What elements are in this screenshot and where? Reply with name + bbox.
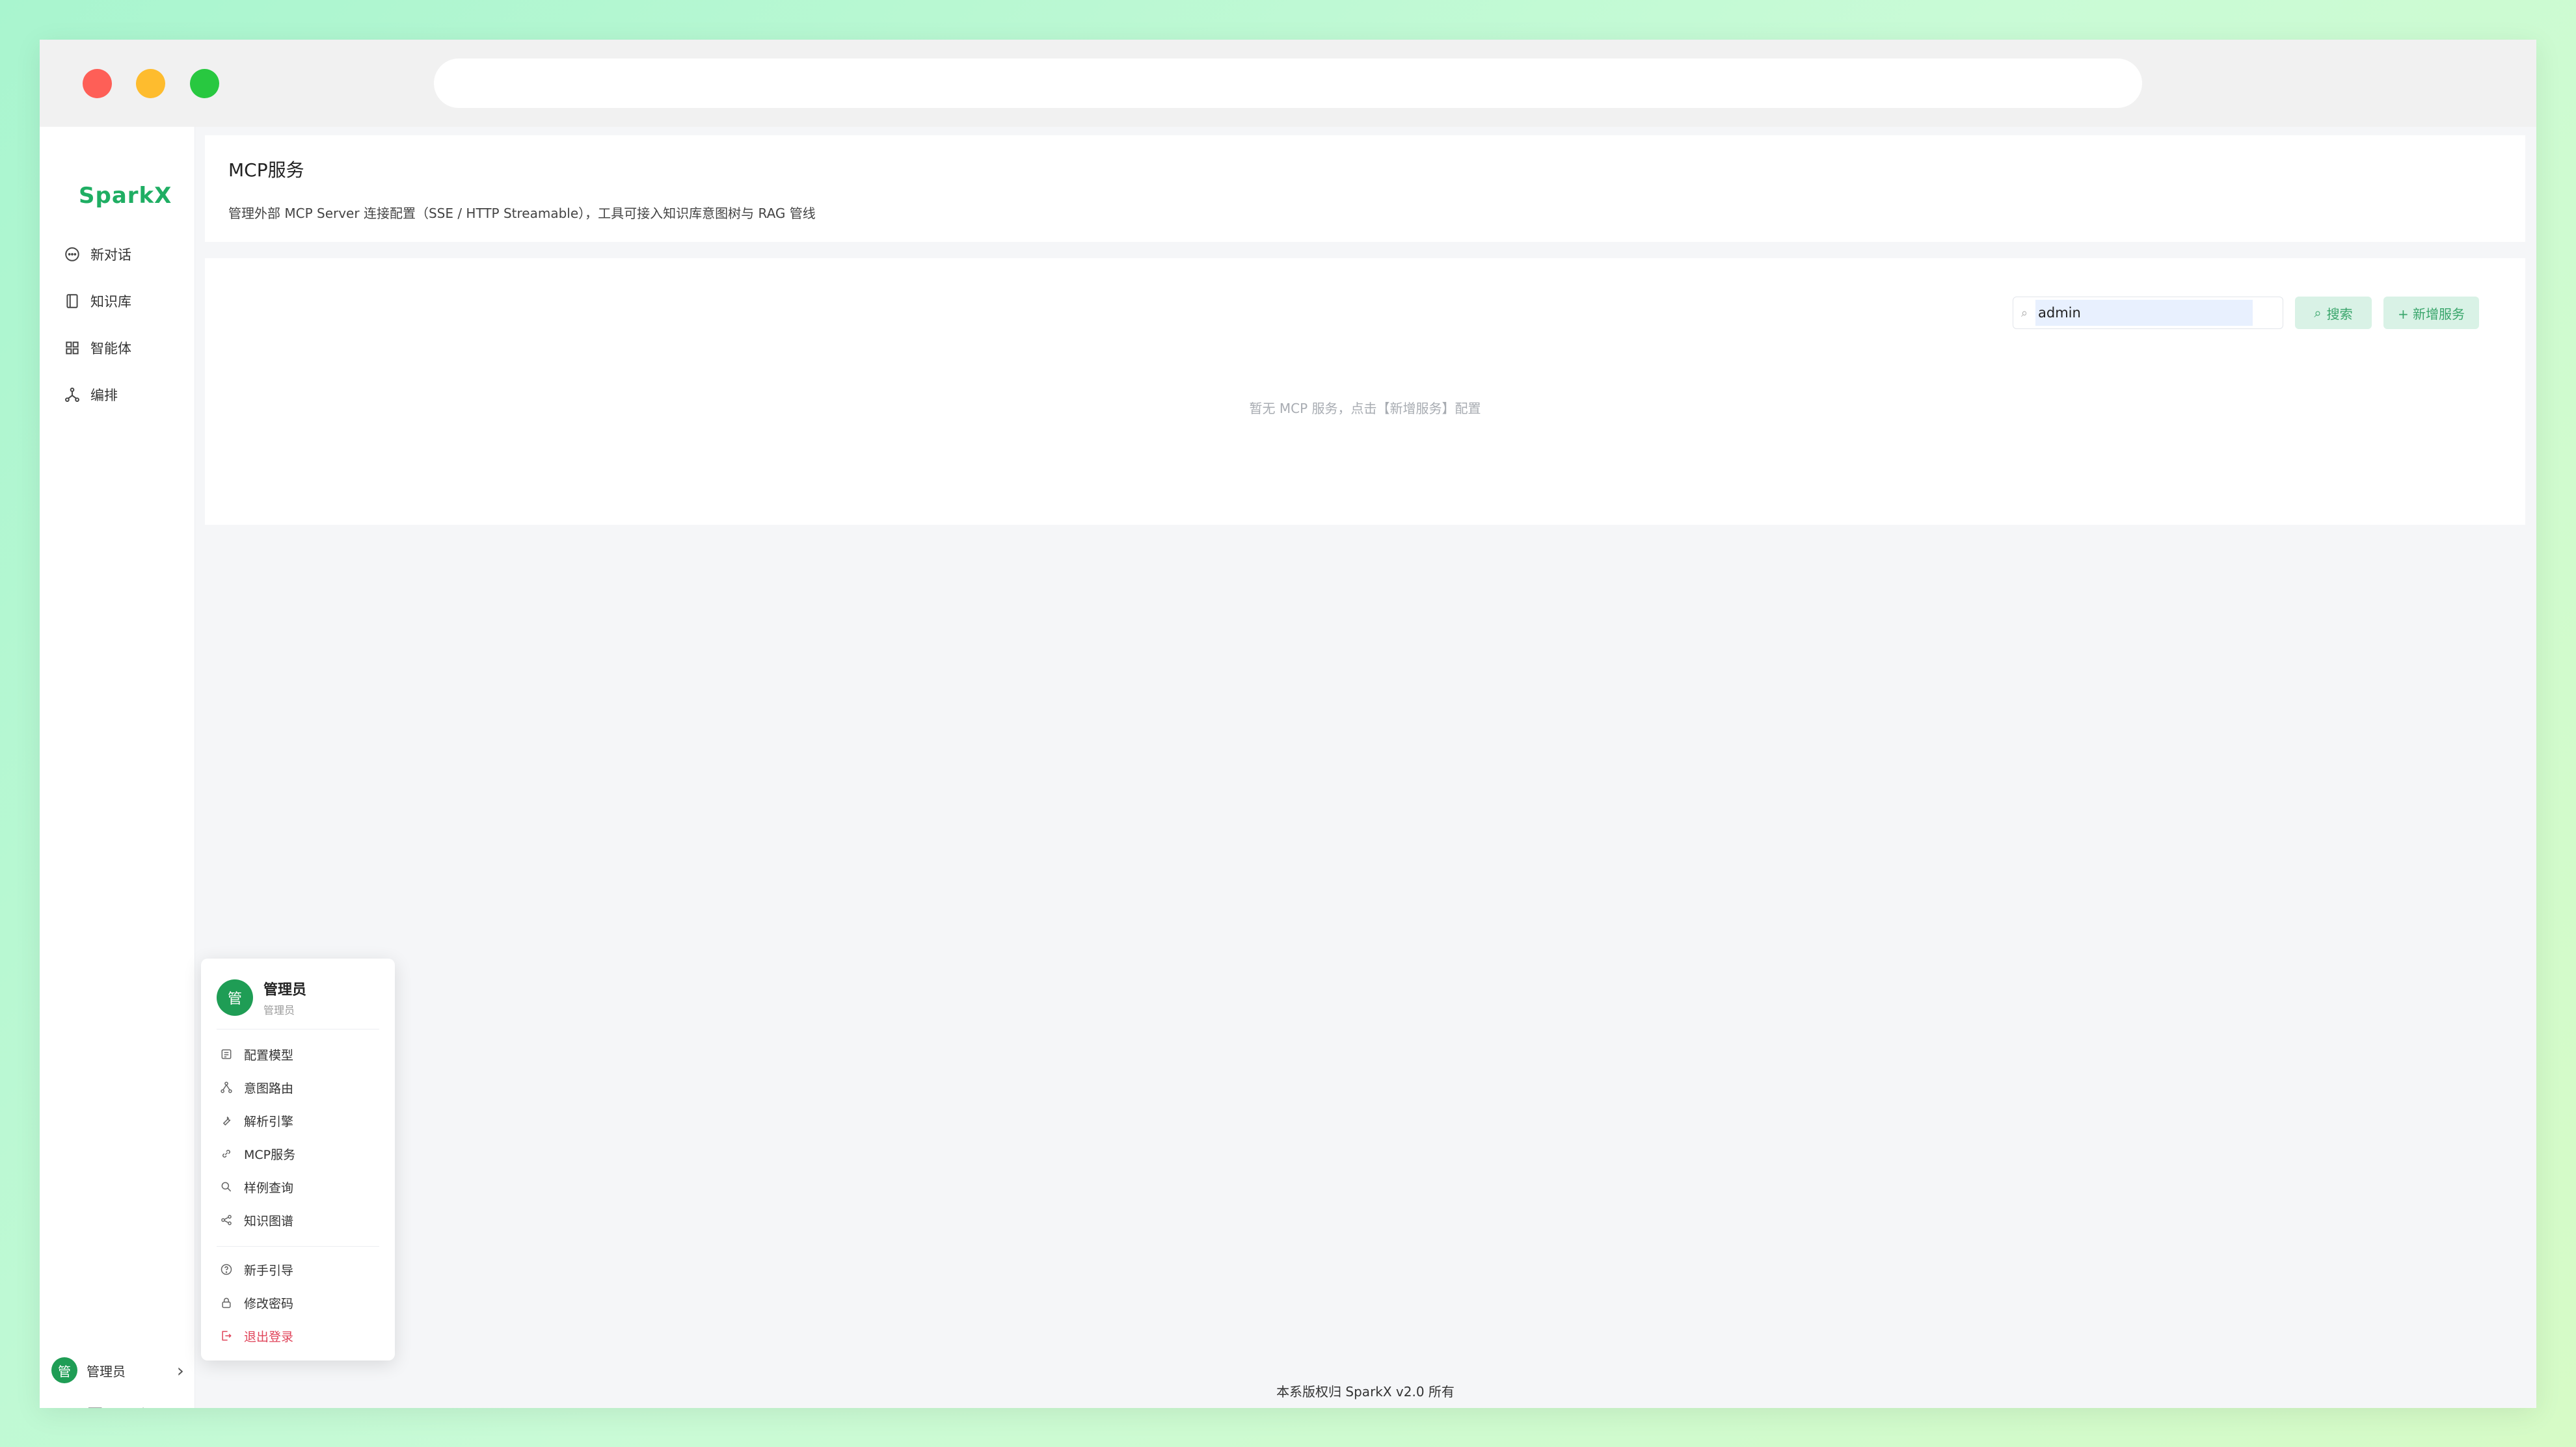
collapse-sidebar-icon[interactable]: ☰ — [85, 1404, 105, 1408]
sidebar-item-agents[interactable]: 智能体 — [63, 335, 131, 361]
menu-item-mcp-service[interactable]: MCP服务 — [219, 1142, 295, 1165]
menu-item-logout[interactable]: 退出登录 — [219, 1324, 293, 1347]
avatar: 管 — [217, 979, 253, 1016]
page-description: 管理外部 MCP Server 连接配置（SSE / HTTP Streamab… — [228, 206, 816, 221]
menu-item-label: 修改密码 — [244, 1296, 294, 1311]
minimize-window-button[interactable] — [136, 69, 165, 98]
menu-item-label: 知识图谱 — [244, 1214, 294, 1228]
brand-logo: SparkX — [79, 183, 172, 209]
menu-item-label: 退出登录 — [244, 1329, 294, 1344]
menu-item-model-config[interactable]: 配置模型 — [219, 1042, 293, 1066]
search-icon — [219, 1180, 234, 1194]
menu-item-parse-engine[interactable]: 解析引擎 — [219, 1109, 293, 1132]
menu-item-label: MCP服务 — [244, 1147, 296, 1162]
avatar: 管 — [51, 1357, 77, 1383]
theme-toggle-icon[interactable]: ☀ — [133, 1404, 153, 1408]
lock-icon — [219, 1295, 234, 1310]
menu-item-label: 意图路由 — [244, 1081, 294, 1096]
link-icon — [219, 1147, 234, 1161]
menu-item-knowledge-graph[interactable]: 知识图谱 — [219, 1208, 293, 1232]
search-button-label: 搜索 — [2326, 306, 2353, 322]
close-window-button[interactable] — [83, 69, 112, 98]
page-title: MCP服务 — [228, 159, 304, 181]
title-bar — [40, 40, 2536, 127]
maximize-window-button[interactable] — [190, 69, 219, 98]
browser-window: SparkX 新对话 知识库 智能体 编排 管 管理员 › MCP服务 管理外部… — [40, 40, 2536, 1408]
sidebar-item-orchestration[interactable]: 编排 — [63, 382, 118, 408]
chat-bubble-icon — [63, 245, 81, 263]
popover-user-name: 管理员 — [263, 982, 307, 998]
add-service-button[interactable]: + 新增服务 — [2383, 297, 2479, 329]
menu-item-intent-routing[interactable]: 意图路由 — [219, 1076, 293, 1099]
divider — [217, 1246, 379, 1247]
sidebar-item-label: 知识库 — [90, 294, 131, 310]
empty-state-text: 暂无 MCP 服务，点击【新增服务】配置 — [1249, 401, 1481, 416]
user-menu-trigger[interactable]: 管 管理员 › — [51, 1355, 184, 1386]
menu-item-label: 配置模型 — [244, 1048, 294, 1063]
book-icon — [63, 292, 81, 310]
help-icon — [219, 1262, 234, 1277]
sidebar-item-label: 新对话 — [90, 247, 131, 263]
menu-item-sample-query[interactable]: 样例查询 — [219, 1175, 293, 1199]
sidebar-bottom-tools: ☰ ☀ — [85, 1404, 153, 1408]
sidebar-item-label: 编排 — [90, 388, 118, 403]
search-icon: ⌕ — [2020, 306, 2028, 320]
search-icon: ⌕ — [2314, 305, 2322, 321]
user-popover-menu: 管 管理员 管理员 配置模型 意图路由 解析引擎 MCP服务 样例查询 知识图谱… — [201, 959, 395, 1361]
menu-item-change-password[interactable]: 修改密码 — [219, 1291, 293, 1314]
search-input[interactable] — [2035, 300, 2253, 326]
tree-icon — [219, 1080, 234, 1095]
footer-copyright: 本系版权归 SparkX v2.0 所有 — [1276, 1384, 1455, 1400]
page-header: MCP服务 管理外部 MCP Server 连接配置（SSE / HTTP St… — [205, 135, 2525, 242]
sidebar-item-knowledge-base[interactable]: 知识库 — [63, 288, 131, 314]
share-icon — [219, 1213, 234, 1227]
chevron-right-icon: › — [176, 1359, 184, 1381]
popover-user-header: 管 管理员 管理员 — [217, 978, 306, 1017]
popover-user-role: 管理员 — [263, 1004, 295, 1016]
mcp-service-list-panel: ⌕ ⌕ 搜索 + 新增服务 暂无 MCP 服务，点击【新增服务】配置 — [205, 258, 2525, 525]
wrench-icon — [219, 1113, 234, 1128]
sidebar: SparkX 新对话 知识库 智能体 编排 管 管理员 › — [40, 127, 195, 1408]
menu-item-label: 解析引擎 — [244, 1114, 294, 1129]
menu-item-onboarding[interactable]: 新手引导 — [219, 1258, 293, 1281]
menu-item-label: 新手引导 — [244, 1263, 294, 1278]
address-bar[interactable] — [434, 59, 2142, 108]
search-box: ⌕ — [2013, 297, 2283, 329]
user-name: 管理员 — [87, 1363, 126, 1379]
logout-icon — [219, 1329, 234, 1343]
model-config-icon — [219, 1047, 234, 1061]
search-button[interactable]: ⌕ 搜索 — [2295, 297, 2372, 329]
menu-item-label: 样例查询 — [244, 1180, 294, 1195]
flow-icon — [63, 386, 81, 404]
sidebar-item-new-chat[interactable]: 新对话 — [63, 241, 131, 267]
sidebar-item-label: 智能体 — [90, 341, 131, 356]
grid-icon — [63, 339, 81, 357]
